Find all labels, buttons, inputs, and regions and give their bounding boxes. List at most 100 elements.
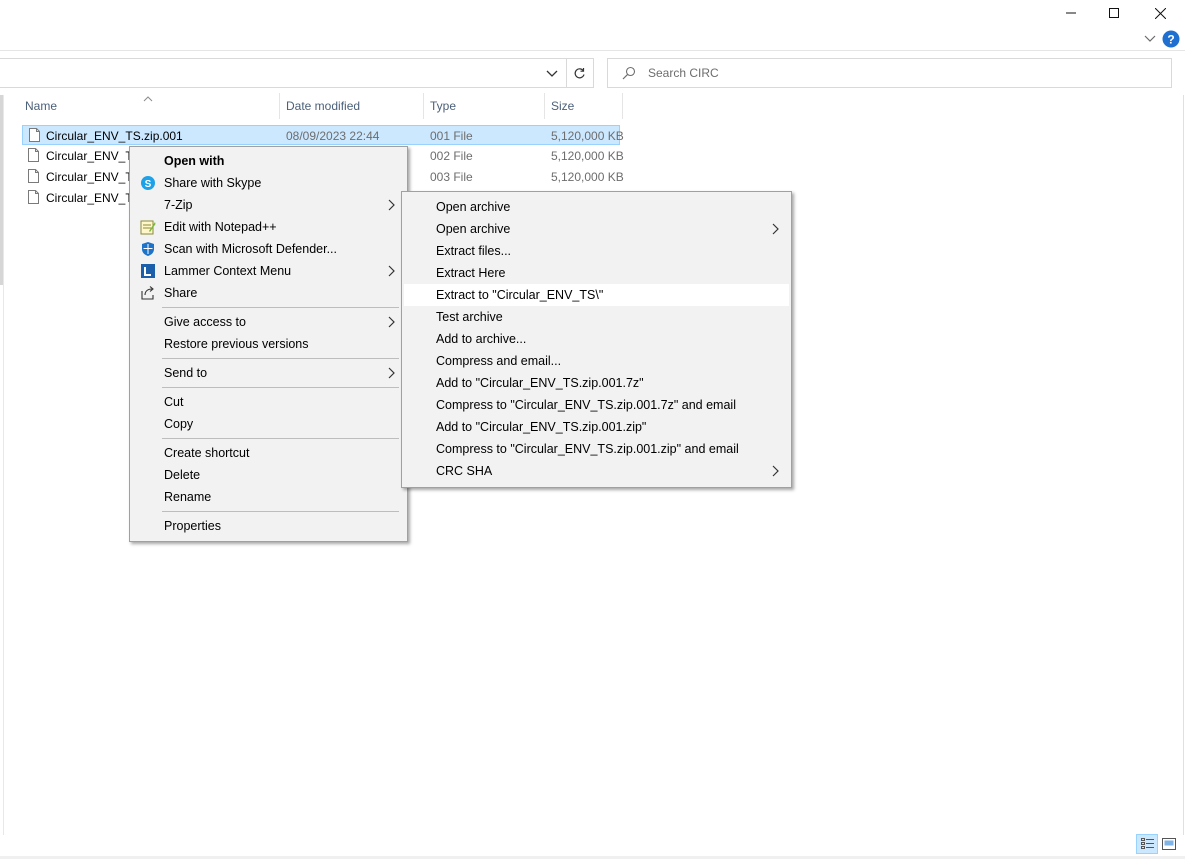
column-divider[interactable]: [423, 93, 424, 119]
menu-item-label: Edit with Notepad++: [164, 220, 277, 234]
details-view-button[interactable]: [1136, 834, 1158, 854]
menu-separator: [162, 358, 399, 359]
ribbon-divider: [0, 50, 1185, 51]
menu-item-create-shortcut[interactable]: Create shortcut: [132, 442, 405, 464]
file-row[interactable]: Circular_ENV_TS.zip.001 08/09/2023 22:44…: [22, 125, 624, 145]
file-size: 5,120,000 KB: [551, 170, 624, 184]
minimize-button[interactable]: [1048, 0, 1094, 26]
menu-item-compress-zip-email[interactable]: Compress to "Circular_ENV_TS.zip.001.zip…: [404, 438, 789, 460]
menu-item-edit-notepad[interactable]: Edit with Notepad++: [132, 216, 405, 238]
menu-item-lammer[interactable]: Lammer Context Menu: [132, 260, 405, 282]
menu-item-extract-files[interactable]: Extract files...: [404, 240, 789, 262]
menu-item-compress-7z-email[interactable]: Compress to "Circular_ENV_TS.zip.001.7z"…: [404, 394, 789, 416]
context-menu: Open with S Share with Skype 7-Zip Edit …: [129, 146, 408, 542]
menu-item-label: Open archive: [436, 222, 511, 236]
vertical-scrollbar[interactable]: [1183, 95, 1184, 835]
menu-item-share[interactable]: Share: [132, 282, 405, 304]
chevron-right-icon: [388, 367, 395, 379]
maximize-icon: [1109, 8, 1119, 18]
menu-item-label: Add to archive...: [436, 332, 527, 346]
menu-item-label: Compress to "Circular_ENV_TS.zip.001.7z"…: [436, 398, 736, 412]
address-bar[interactable]: [0, 58, 567, 88]
menu-item-open-archive-sub[interactable]: Open archive: [404, 218, 789, 240]
large-icons-view-icon: [1162, 838, 1176, 850]
file-type: 002 File: [430, 149, 473, 163]
expand-ribbon-button[interactable]: [1144, 33, 1156, 43]
file-name: Circular_ENV_TS: [46, 170, 141, 184]
menu-item-scan-defender[interactable]: Scan with Microsoft Defender...: [132, 238, 405, 260]
menu-item-send-to[interactable]: Send to: [132, 362, 405, 384]
column-divider[interactable]: [279, 93, 280, 119]
maximize-button[interactable]: [1091, 0, 1137, 26]
sort-ascending-icon: [143, 91, 153, 102]
menu-separator: [162, 307, 399, 308]
menu-item-share-skype[interactable]: S Share with Skype: [132, 172, 405, 194]
menu-item-label: Extract files...: [436, 244, 512, 258]
menu-item-label: Rename: [164, 490, 212, 504]
menu-item-add-zip[interactable]: Add to "Circular_ENV_TS.zip.001.zip": [404, 416, 789, 438]
defender-shield-icon: [142, 242, 154, 256]
menu-item-label: Extract Here: [436, 266, 506, 280]
chevron-down-icon: [1144, 35, 1156, 42]
column-header-date[interactable]: Date modified: [286, 99, 360, 113]
search-icon: [622, 66, 636, 80]
file-name: Circular_ENV_TS: [46, 149, 141, 163]
menu-item-copy[interactable]: Copy: [132, 413, 405, 435]
file-icon: [28, 148, 39, 162]
menu-separator: [162, 438, 399, 439]
menu-item-label: Properties: [164, 519, 221, 533]
file-name: Circular_ENV_TS.zip.001: [46, 129, 183, 143]
column-header-size[interactable]: Size: [551, 99, 574, 113]
menu-item-label: Compress and email...: [436, 354, 562, 368]
menu-item-label: Lammer Context Menu: [164, 264, 292, 278]
menu-item-label: 7-Zip: [164, 198, 193, 212]
lammer-icon: [141, 264, 155, 278]
menu-item-label: Give access to: [164, 315, 246, 329]
menu-item-label: Share with Skype: [164, 176, 262, 190]
menu-item-add-to-archive[interactable]: Add to archive...: [404, 328, 789, 350]
column-header-type[interactable]: Type: [430, 99, 456, 113]
chevron-right-icon: [772, 223, 779, 235]
search-input[interactable]: Search CIRC: [648, 66, 719, 80]
menu-item-delete[interactable]: Delete: [132, 464, 405, 486]
menu-item-rename[interactable]: Rename: [132, 486, 405, 508]
column-divider[interactable]: [622, 93, 623, 119]
large-icons-view-button[interactable]: [1159, 834, 1179, 854]
menu-item-label: Restore previous versions: [164, 337, 309, 351]
menu-item-add-7z[interactable]: Add to "Circular_ENV_TS.zip.001.7z": [404, 372, 789, 394]
column-header-name[interactable]: Name: [25, 99, 57, 113]
menu-item-crc-sha[interactable]: CRC SHA: [404, 460, 789, 482]
menu-item-cut[interactable]: Cut: [132, 391, 405, 413]
nav-pane-scrollbar[interactable]: [0, 95, 3, 285]
menu-item-compress-email[interactable]: Compress and email...: [404, 350, 789, 372]
search-box[interactable]: Search CIRC: [607, 58, 1172, 88]
menu-item-restore[interactable]: Restore previous versions: [132, 333, 405, 355]
menu-item-label: Copy: [164, 417, 194, 431]
details-view-icon: [1141, 838, 1154, 849]
menu-item-open-with[interactable]: Open with: [132, 150, 405, 172]
menu-item-give-access[interactable]: Give access to: [132, 311, 405, 333]
menu-item-test-archive[interactable]: Test archive: [404, 306, 789, 328]
close-button[interactable]: [1137, 0, 1183, 26]
file-icon: [28, 169, 39, 183]
menu-item-label: Add to "Circular_ENV_TS.zip.001.7z": [436, 376, 644, 390]
menu-item-properties[interactable]: Properties: [132, 515, 405, 537]
7zip-submenu: Open archive Open archive Extract files.…: [401, 191, 792, 488]
column-divider[interactable]: [544, 93, 545, 119]
file-type: 001 File: [430, 129, 473, 143]
help-button[interactable]: ?: [1162, 30, 1180, 48]
file-name: Circular_ENV_TS: [46, 191, 141, 205]
menu-item-label: Cut: [164, 395, 184, 409]
menu-item-label: Open archive: [436, 200, 511, 214]
close-icon: [1154, 7, 1166, 19]
menu-item-extract-here[interactable]: Extract Here: [404, 262, 789, 284]
menu-item-extract-to[interactable]: Extract to "Circular_ENV_TS\": [404, 284, 789, 306]
menu-item-label: Extract to "Circular_ENV_TS\": [436, 288, 604, 302]
address-dropdown-button[interactable]: [546, 68, 558, 78]
refresh-button[interactable]: [566, 58, 594, 88]
menu-item-label: Scan with Microsoft Defender...: [164, 242, 337, 256]
menu-item-label: Share: [164, 286, 198, 300]
nav-pane-divider: [3, 95, 4, 835]
menu-item-open-archive[interactable]: Open archive: [404, 196, 789, 218]
menu-item-7zip[interactable]: 7-Zip: [132, 194, 405, 216]
